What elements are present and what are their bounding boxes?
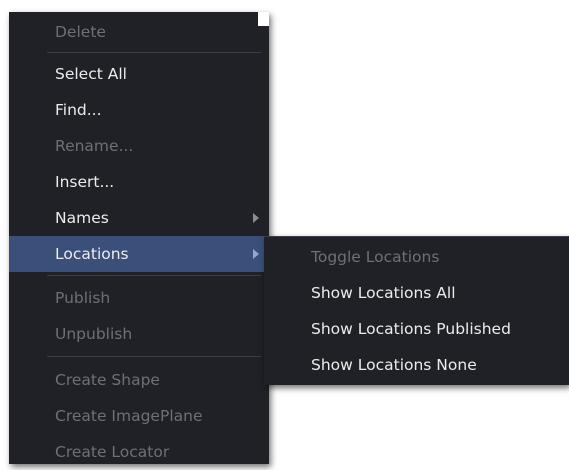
- menu-separator: [47, 356, 261, 357]
- menu-item-label: Show Locations All: [311, 284, 456, 302]
- menu-item-label: Rename...: [55, 137, 134, 155]
- submenu-arrow-icon: [253, 213, 259, 223]
- menu-item-create-imageplane: Create ImagePlane: [9, 398, 269, 434]
- menu-item-label: Select All: [55, 65, 127, 83]
- menu-item-label: Toggle Locations: [311, 248, 440, 266]
- menu-item-create-shape: Create Shape: [9, 362, 269, 398]
- menu-item-show-locations-all[interactable]: Show Locations All: [264, 275, 569, 311]
- menu-item-names[interactable]: Names: [9, 200, 269, 236]
- context-menu: Delete Select All Find... Rename... Inse…: [9, 12, 269, 464]
- submenu-arrow-icon: [253, 249, 259, 259]
- menu-separator: [47, 275, 261, 276]
- menu-item-label: Find...: [55, 101, 102, 119]
- locations-submenu: Toggle Locations Show Locations All Show…: [264, 236, 569, 385]
- menu-item-find[interactable]: Find...: [9, 92, 269, 128]
- menu-item-toggle-locations: Toggle Locations: [264, 239, 569, 275]
- menu-item-create-locator: Create Locator: [9, 434, 269, 470]
- menu-item-label: Unpublish: [55, 325, 133, 343]
- menu-item-label: Create ImagePlane: [55, 407, 203, 425]
- menu-item-label: Insert...: [55, 173, 115, 191]
- menu-item-label: Names: [55, 209, 109, 227]
- menu-item-label: Show Locations None: [311, 356, 477, 374]
- menu-separator: [47, 52, 261, 53]
- menu-item-rename: Rename...: [9, 128, 269, 164]
- menu-item-locations[interactable]: Locations: [9, 236, 269, 272]
- menu-item-unpublish: Unpublish: [9, 316, 269, 352]
- menu-item-show-locations-published[interactable]: Show Locations Published: [264, 311, 569, 347]
- menu-item-label: Delete: [55, 23, 106, 41]
- menu-item-select-all[interactable]: Select All: [9, 56, 269, 92]
- menu-item-show-locations-none[interactable]: Show Locations None: [264, 347, 569, 383]
- menu-item-label: Create Locator: [55, 443, 170, 461]
- menu-item-delete: Delete: [9, 14, 269, 50]
- menu-item-insert[interactable]: Insert...: [9, 164, 269, 200]
- menu-item-publish: Publish: [9, 280, 269, 316]
- menu-item-label: Publish: [55, 289, 111, 307]
- menu-item-label: Create Shape: [55, 371, 160, 389]
- menu-item-label: Locations: [55, 245, 129, 263]
- menu-item-label: Show Locations Published: [311, 320, 511, 338]
- menu-corner-notch: [258, 12, 269, 26]
